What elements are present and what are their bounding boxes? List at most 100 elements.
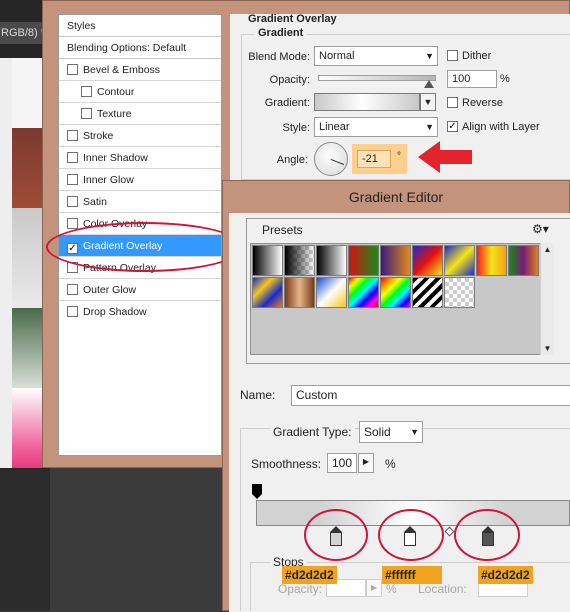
angle-needle: [330, 159, 345, 165]
inner-shadow-checkbox[interactable]: [67, 152, 78, 163]
contour-checkbox[interactable]: [81, 86, 92, 97]
inner-shadow-label: Inner Shadow: [83, 152, 148, 164]
contour-label: Contour: [97, 86, 135, 98]
preset-swatch[interactable]: [252, 245, 283, 276]
stroke-checkbox[interactable]: [67, 130, 78, 141]
annotation-circle-stop-left: [304, 509, 368, 561]
texture-label: Texture: [97, 108, 132, 120]
drop-shadow-label: Drop Shadow: [83, 306, 147, 318]
opacity-input[interactable]: 100: [447, 70, 497, 88]
annotation-circle-gradient-overlay: [46, 222, 244, 272]
gradient-type-label: Gradient Type:: [270, 425, 355, 439]
style-item-bevel-emboss[interactable]: Bevel & Emboss: [59, 59, 221, 81]
angle-label: Angle:: [276, 154, 308, 166]
blend-mode-select[interactable]: Normal ▼: [314, 46, 438, 66]
reverse-label: Reverse: [462, 97, 503, 109]
texture-checkbox[interactable]: [81, 108, 92, 119]
stroke-label: Stroke: [83, 130, 114, 142]
align-with-layer-label: Align with Layer: [462, 121, 540, 133]
style-item-satin[interactable]: Satin: [59, 191, 221, 213]
satin-checkbox[interactable]: [67, 196, 78, 207]
chevron-down-icon: ▼: [425, 122, 434, 132]
outer-glow-label: Outer Glow: [83, 284, 137, 296]
gradient-type-select[interactable]: Solid ▼: [359, 421, 423, 443]
hex-label-right: #d2d2d2: [478, 566, 533, 584]
angle-unit: °: [397, 151, 401, 162]
style-item-texture[interactable]: Texture: [59, 103, 221, 125]
smoothness-label: Smoothness:: [251, 457, 322, 471]
hex-label-middle: #ffffff: [382, 566, 442, 584]
preset-swatch[interactable]: [252, 277, 283, 308]
preset-swatch[interactable]: [412, 277, 443, 308]
gradient-label: Gradient:: [264, 97, 310, 109]
smoothness-input[interactable]: 100: [327, 453, 357, 473]
opacity-stop[interactable]: [252, 484, 262, 494]
styles-header[interactable]: Styles: [59, 15, 221, 37]
preset-swatch[interactable]: [284, 277, 315, 308]
section-title: Gradient Overlay: [248, 13, 337, 25]
preset-swatch[interactable]: [444, 277, 475, 308]
inner-glow-label: Inner Glow: [83, 174, 134, 186]
scroll-down-icon[interactable]: ▼: [541, 344, 554, 353]
blend-mode-value: Normal: [319, 50, 355, 62]
smoothness-arrow-icon[interactable]: ▶: [358, 453, 374, 473]
hex-label-left: #d2d2d2: [282, 566, 337, 584]
preset-swatch[interactable]: [380, 245, 411, 276]
gradient-swatch[interactable]: [314, 93, 420, 111]
gradient-type-value: Solid: [364, 425, 391, 439]
outer-glow-checkbox[interactable]: [67, 284, 78, 295]
style-item-inner-shadow[interactable]: Inner Shadow: [59, 147, 221, 169]
gear-icon[interactable]: ⚙▾: [532, 222, 549, 236]
opacity-slider-thumb[interactable]: [424, 80, 434, 88]
drop-shadow-checkbox[interactable]: [67, 306, 78, 317]
angle-input[interactable]: -21: [357, 150, 391, 168]
document-bottom-area: [0, 470, 50, 611]
opacity-slider[interactable]: [318, 75, 436, 81]
gradient-dropdown[interactable]: ▼: [420, 93, 436, 111]
dither-label: Dither: [462, 50, 492, 62]
preset-swatch[interactable]: [316, 245, 347, 276]
opacity-unit: %: [500, 73, 510, 85]
opacity-label: Opacity:: [269, 74, 310, 86]
preset-swatch[interactable]: [380, 277, 411, 308]
stop-opacity-label: Opacity:: [278, 582, 323, 596]
style-item-outer-glow[interactable]: Outer Glow: [59, 279, 221, 301]
stop-location-label: Location:: [418, 582, 467, 596]
gradient-editor-title: Gradient Editor: [348, 189, 444, 205]
presets-label: Presets: [260, 223, 305, 237]
blending-options-label: Blending Options: Default: [67, 42, 187, 54]
style-item-contour[interactable]: Contour: [59, 81, 221, 103]
preset-swatch[interactable]: [284, 245, 315, 276]
preset-swatch[interactable]: [316, 277, 347, 308]
preset-swatch[interactable]: [348, 277, 379, 308]
preset-swatch[interactable]: [476, 245, 507, 276]
triangle-down-icon: ▼: [423, 97, 433, 107]
smoothness-unit: %: [385, 457, 396, 471]
stop-opacity-unit: %: [386, 582, 397, 596]
preset-swatch[interactable]: [348, 245, 379, 276]
inner-glow-checkbox[interactable]: [67, 174, 78, 185]
scroll-up-icon[interactable]: ▲: [541, 245, 554, 254]
chevron-down-icon: ▼: [410, 427, 419, 437]
opacity-stop-pointer: [252, 494, 262, 499]
style-item-inner-glow[interactable]: Inner Glow: [59, 169, 221, 191]
reverse-checkbox[interactable]: [447, 97, 458, 108]
bevel-emboss-checkbox[interactable]: [67, 64, 78, 75]
bevel-emboss-label: Bevel & Emboss: [83, 64, 161, 76]
name-input[interactable]: Custom: [291, 385, 570, 406]
stop-opacity-arrow-icon[interactable]: ▶: [366, 579, 382, 597]
blending-options-item[interactable]: Blending Options: Default: [59, 37, 221, 59]
style-item-stroke[interactable]: Stroke: [59, 125, 221, 147]
dither-checkbox[interactable]: [447, 50, 458, 61]
align-with-layer-checkbox[interactable]: ✓: [447, 121, 458, 132]
style-label: Style:: [282, 122, 310, 134]
color-overlay-checkbox[interactable]: [67, 218, 78, 229]
angle-dial[interactable]: [314, 142, 348, 176]
preset-swatch[interactable]: [412, 245, 443, 276]
blend-mode-label: Blend Mode:: [248, 51, 310, 63]
preset-swatch[interactable]: [508, 245, 539, 276]
style-select[interactable]: Linear ▼: [314, 117, 438, 137]
preset-swatch[interactable]: [444, 245, 475, 276]
presets-scrollbar[interactable]: ▲ ▼: [540, 243, 554, 355]
style-item-drop-shadow[interactable]: Drop Shadow: [59, 301, 221, 323]
